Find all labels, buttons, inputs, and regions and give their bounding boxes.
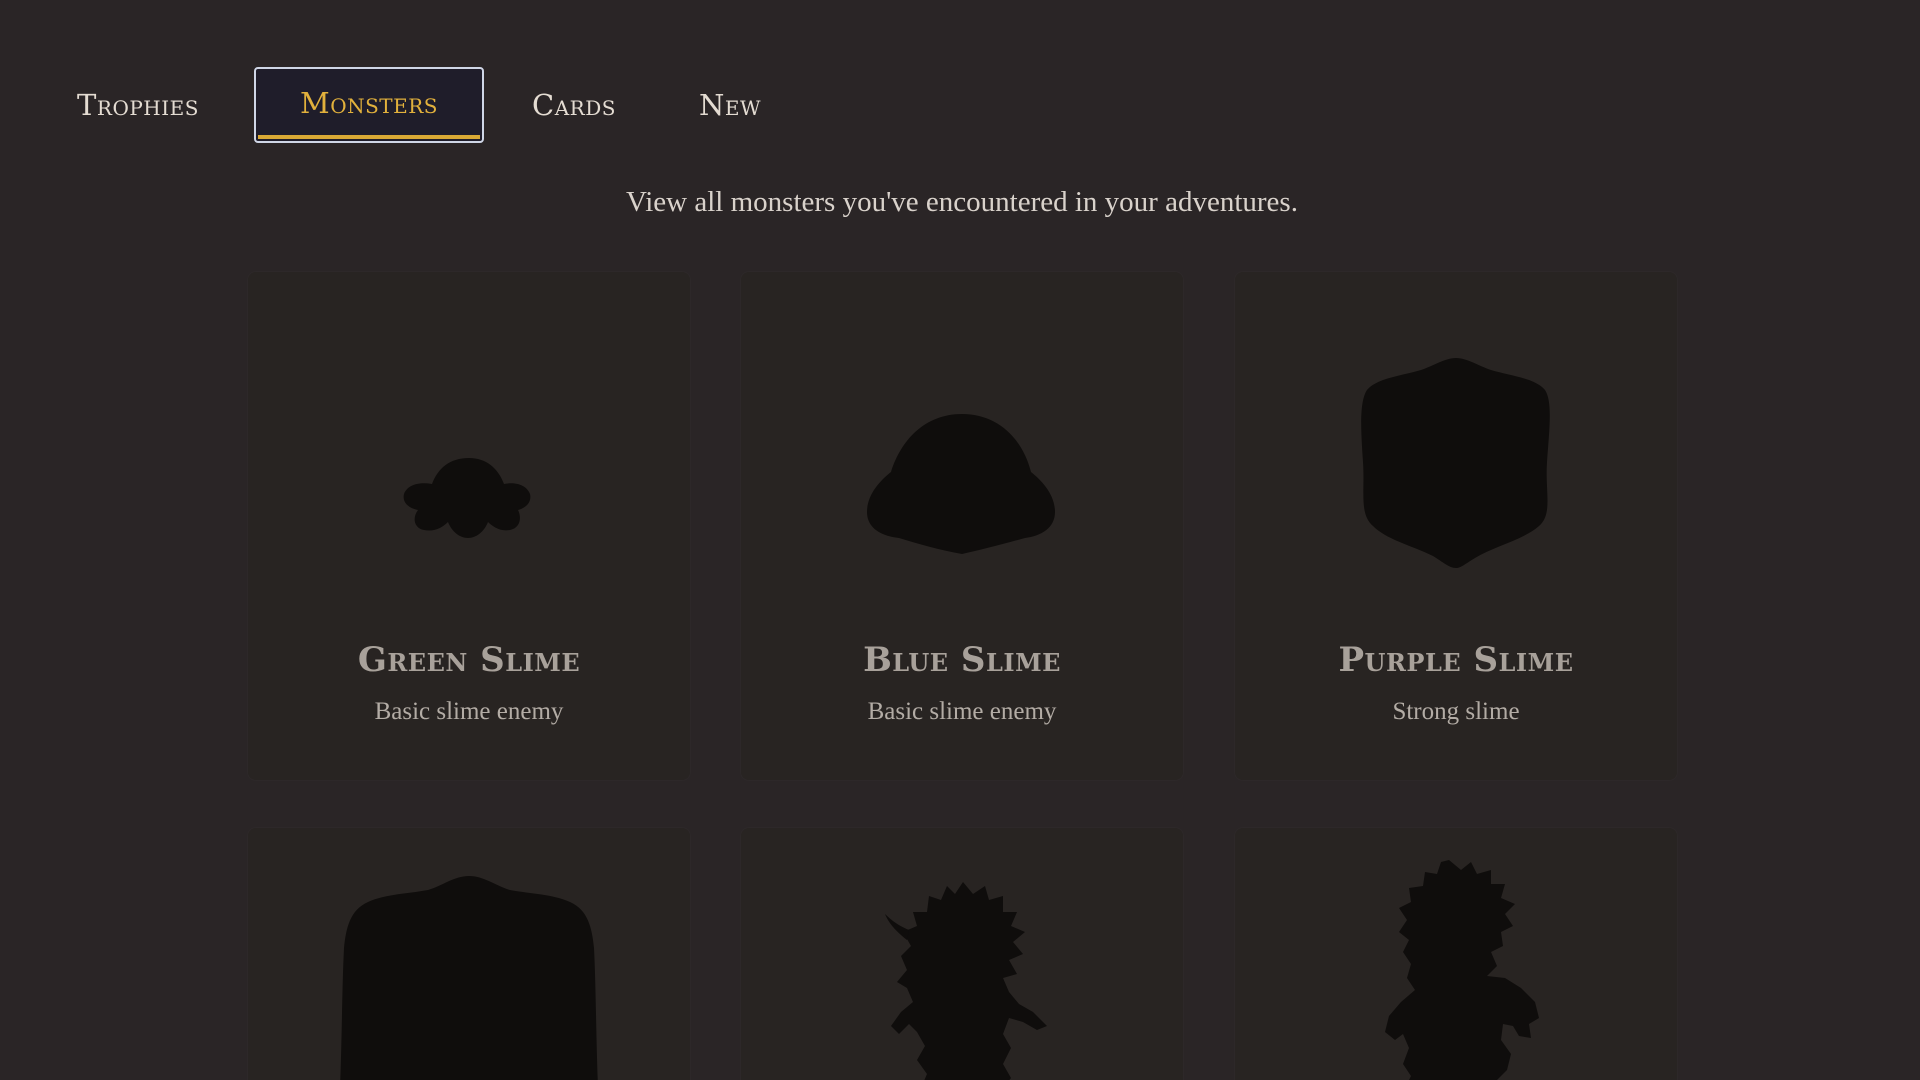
monster-description: Basic slime enemy <box>374 698 564 725</box>
tab-bar: Trophies Monsters Cards New <box>0 67 1920 143</box>
monster-card-blue-slime[interactable]: Blue Slime Basic slime enemy <box>741 272 1183 780</box>
monster-card-green-slime[interactable]: Green Slime Basic slime enemy <box>248 272 690 780</box>
tab-trophies[interactable]: Trophies <box>48 67 228 143</box>
monster-description: Basic slime enemy <box>867 698 1057 725</box>
monster-card-4[interactable] <box>248 828 690 1080</box>
beast-creature-icon <box>1385 860 1539 1080</box>
small-slime-icon <box>403 458 531 538</box>
monster-card-6[interactable] <box>1235 828 1677 1080</box>
monster-name: Green Slime <box>357 640 581 680</box>
plant-creature-icon <box>885 882 1047 1080</box>
tab-monsters[interactable]: Monsters <box>254 67 484 143</box>
large-slime-icon <box>340 876 598 1080</box>
monster-description: Strong slime <box>1392 698 1520 725</box>
monster-card-5[interactable] <box>741 828 1183 1080</box>
tab-cards[interactable]: Cards <box>508 67 640 143</box>
round-slime-icon <box>867 414 1055 554</box>
cube-slime-icon <box>1361 358 1550 568</box>
page-subtitle: View all monsters you've encountered in … <box>626 186 1298 218</box>
monster-name: Purple Slime <box>1338 640 1574 680</box>
tab-new[interactable]: New <box>676 67 784 143</box>
monster-name: Blue Slime <box>863 640 1061 680</box>
monster-card-purple-slime[interactable]: Purple Slime Strong slime <box>1235 272 1677 780</box>
